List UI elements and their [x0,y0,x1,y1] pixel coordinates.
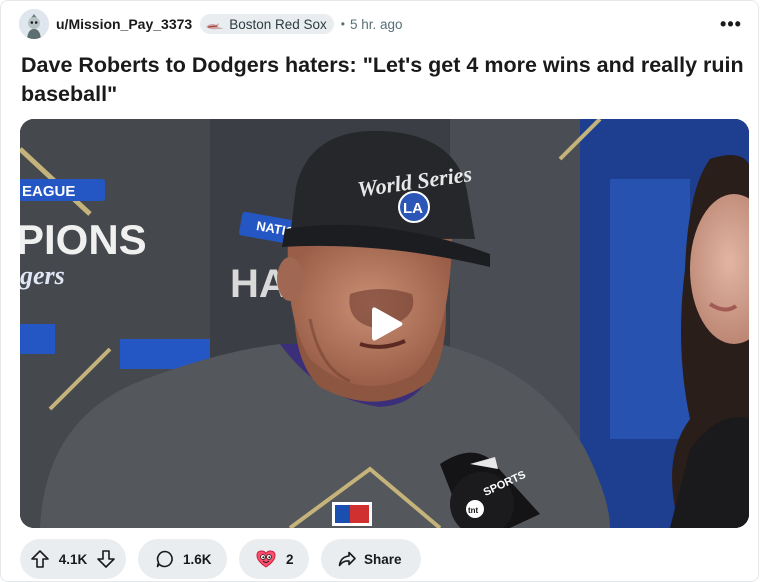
snoo-avatar-icon[interactable] [19,9,49,39]
user-flair: Boston Red Sox [200,14,334,34]
shirt-text: gers [20,261,65,290]
red-sox-flair-icon [205,19,225,30]
username-link[interactable]: u/Mission_Pay_3373 [56,16,192,32]
vote-count: 4.1K [58,551,88,567]
award-count: 2 [286,551,294,567]
cap-logo: LA [403,200,423,217]
flair-label: Boston Red Sox [229,16,327,32]
comment-icon [155,549,175,569]
more-options-icon[interactable]: ••• [718,11,744,37]
share-label: Share [364,551,402,567]
post-title[interactable]: Dave Roberts to Dodgers haters: "Let's g… [21,51,751,109]
award-icon [255,549,277,569]
post-actions: 4.1K 1.6K 2 Share [20,539,421,579]
post-timestamp: 5 hr. ago [349,16,403,32]
vote-control: 4.1K [20,539,126,579]
shirt-text: EAGUE [22,183,75,200]
post-header: u/Mission_Pay_3373 Boston Red Sox • 5 hr… [19,9,744,39]
mic-logo: tnt [468,506,479,515]
upvote-icon[interactable] [30,549,50,569]
separator-dot: • [340,17,345,31]
share-icon [337,549,357,569]
award-button[interactable]: 2 [239,539,309,579]
shirt-text: PIONS [20,216,147,263]
comment-count: 1.6K [183,551,212,567]
video-player[interactable]: EAGUE PIONS gers NATIO HAM World Series … [20,119,749,528]
comments-button[interactable]: 1.6K [138,539,227,579]
post-card: u/Mission_Pay_3373 Boston Red Sox • 5 hr… [0,0,759,582]
downvote-icon[interactable] [96,549,116,569]
share-button[interactable]: Share [321,539,421,579]
play-icon[interactable] [370,305,404,343]
